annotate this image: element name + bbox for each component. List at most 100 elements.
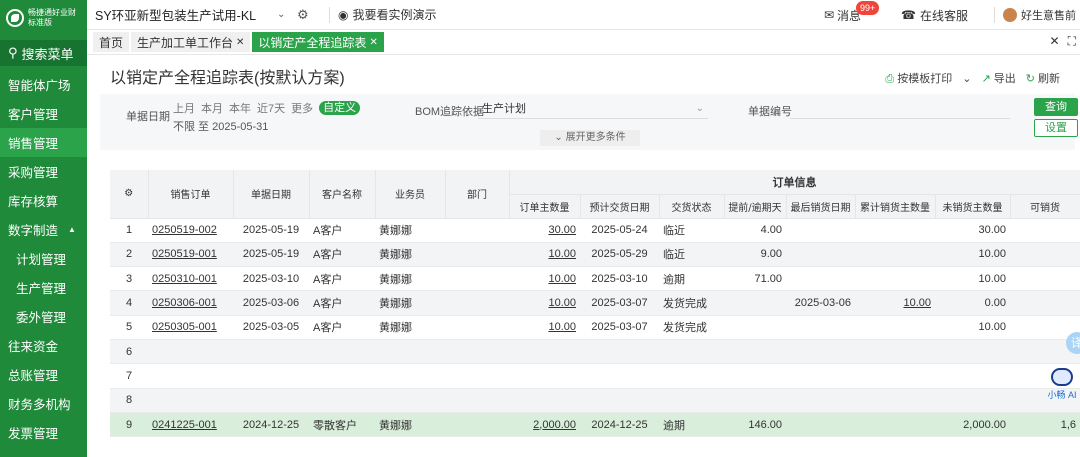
cell-qty[interactable] <box>509 339 580 365</box>
query-button[interactable]: 查询 <box>1034 98 1078 116</box>
cell-order[interactable]: 0250519-001 <box>148 242 233 268</box>
tab-tracking-report[interactable]: 以销定产全程追踪表 ✕ <box>252 32 384 52</box>
expand-conditions-button[interactable]: ⌄ 展开更多条件 <box>540 130 640 146</box>
gear-icon[interactable]: ⚙ <box>297 7 321 23</box>
tab-production-workbench[interactable]: 生产加工单工作台 ✕ <box>131 32 251 52</box>
header-date[interactable]: 单据日期 <box>233 170 310 219</box>
ai-assistant[interactable]: 小畅 AI <box>1044 368 1080 401</box>
header-status[interactable]: 交货状态 <box>659 194 725 219</box>
table-row[interactable]: 1 0250519-002 2025-05-19 A客户 黄娜娜 30.00 2025-05… <box>110 218 1080 243</box>
cell-cum-qty[interactable] <box>855 339 935 365</box>
sidebar-item-funds[interactable]: 往来资金 <box>0 331 87 360</box>
header-cum-qty[interactable]: 累计销货主数量 <box>855 194 936 219</box>
header-last-date[interactable]: 最后销货日期 <box>786 194 856 219</box>
chevron-down-icon[interactable]: ⌄ <box>962 72 971 85</box>
cell-order[interactable] <box>148 339 233 365</box>
cell-cum-qty[interactable] <box>855 266 935 292</box>
cell-cum-qty[interactable] <box>855 315 935 340</box>
header-available[interactable]: 可销货 <box>1010 194 1080 219</box>
cell-order[interactable] <box>148 363 233 389</box>
date-range-value[interactable]: 不限 至 2025-05-31 <box>173 118 268 134</box>
settings-button[interactable]: 设置 <box>1034 119 1078 137</box>
period-custom[interactable]: 自定义 <box>319 101 361 115</box>
row-number: 8 <box>110 388 148 413</box>
period-last-month[interactable]: 上月 <box>173 100 195 116</box>
cell-qty[interactable]: 10.00 <box>509 242 580 268</box>
sidebar-item-purchasing[interactable]: 采购管理 <box>0 157 87 186</box>
table-row[interactable]: 9 0241225-001 2024-12-25 零散客户 黄娜娜 2,000.00 202… <box>110 412 1080 438</box>
close-all-icon[interactable]: ✕ <box>1050 34 1060 49</box>
messages-button[interactable]: ✉ 消息 99+ <box>824 0 880 24</box>
table-row[interactable]: 2 0250519-001 2025-05-19 A客户 黄娜娜 10.00 2025-05… <box>110 242 1080 268</box>
cell-qty[interactable]: 2,000.00 <box>509 412 580 438</box>
column-settings[interactable]: ⚙ <box>110 170 149 219</box>
bom-select[interactable]: 生产计划 ⌄ <box>478 99 708 119</box>
sidebar-item-ledger[interactable]: 总账管理 <box>0 360 87 389</box>
fullscreen-icon[interactable]: ⛶ <box>1068 34 1076 49</box>
sidebar-item-outsourcing[interactable]: 委外管理 <box>0 302 87 331</box>
cell-qty[interactable]: 10.00 <box>509 315 580 340</box>
online-service-button[interactable]: ☎ 在线客服 <box>901 7 968 24</box>
demo-link[interactable]: ◉ 我要看实例演示 <box>338 6 437 23</box>
table-row[interactable]: 8 <box>110 388 1080 413</box>
cell-cum-qty[interactable] <box>855 242 935 268</box>
sidebar-item-sales[interactable]: 销售管理 <box>0 128 87 157</box>
table-row[interactable]: 5 0250305-001 2025-03-05 A客户 黄娜娜 10.00 2025-03… <box>110 315 1080 340</box>
chevron-down-icon[interactable]: ⌄ <box>277 9 297 20</box>
sidebar-item-agents[interactable]: 智能体广场 <box>0 70 87 99</box>
sidebar-item-planning[interactable]: 计划管理 <box>0 244 87 273</box>
cell-cum-qty[interactable] <box>855 218 935 243</box>
cell-order[interactable] <box>148 388 233 413</box>
period-more[interactable]: 更多 <box>291 100 313 116</box>
sidebar-item-invoices[interactable]: 发票管理 <box>0 418 87 447</box>
tab-home[interactable]: 首页 <box>93 32 130 52</box>
filter-panel: 单据日期 上月 本月 本年 近7天 更多 自定义 不限 至 2025-05-31… <box>100 94 1078 150</box>
cell-order[interactable]: 0250310-001 <box>148 266 233 292</box>
cell-order[interactable]: 0250306-001 <box>148 290 233 316</box>
header-expected[interactable]: 预计交货日期 <box>580 194 660 219</box>
print-button[interactable]: ⎙ 按模板打印 <box>885 70 952 86</box>
company-selector[interactable]: SY环亚新型包装生产试用-KL <box>87 5 277 24</box>
header-unsold[interactable]: 未销货主数量 <box>935 194 1011 219</box>
table-row[interactable]: 7 <box>110 363 1080 389</box>
cell-qty[interactable] <box>509 363 580 389</box>
cell-qty[interactable]: 10.00 <box>509 290 580 316</box>
period-last-7-days[interactable]: 近7天 <box>257 100 285 116</box>
cell-order[interactable]: 0250519-002 <box>148 218 233 243</box>
header-days[interactable]: 提前/逾期天 <box>724 194 787 219</box>
search-menu-button[interactable]: ⚲ 搜索菜单 <box>0 40 87 66</box>
cell-order[interactable]: 0250305-001 <box>148 315 233 340</box>
cell-qty[interactable] <box>509 388 580 413</box>
cell-qty[interactable]: 30.00 <box>509 218 580 243</box>
export-button[interactable]: ↗ 导出 <box>981 70 1015 86</box>
user-menu[interactable]: 好生意售前 <box>1003 7 1076 23</box>
cell-qty[interactable]: 10.00 <box>509 266 580 292</box>
sidebar-item-manufacturing[interactable]: 数字制造 ▲ <box>0 215 87 244</box>
sidebar-item-multi-org[interactable]: 财务多机构 <box>0 389 87 418</box>
header-qty[interactable]: 订单主数量 <box>509 194 581 219</box>
cell-cum-qty[interactable]: 10.00 <box>855 290 935 316</box>
cell-cum-qty[interactable] <box>855 363 935 389</box>
header-order[interactable]: 销售订单 <box>148 170 234 219</box>
sidebar-item-inventory[interactable]: 库存核算 <box>0 186 87 215</box>
cell-customer <box>309 388 375 413</box>
table-row[interactable]: 4 0250306-001 2025-03-06 A客户 黄娜娜 10.00 2025-03… <box>110 290 1080 316</box>
cell-expected: 2025-03-07 <box>580 315 659 340</box>
sidebar-item-production[interactable]: 生产管理 <box>0 273 87 302</box>
cell-order[interactable]: 0241225-001 <box>148 412 233 438</box>
close-icon[interactable]: ✕ <box>369 37 377 48</box>
header-dept[interactable]: 部门 <box>445 170 510 219</box>
service-label: 在线客服 <box>919 8 968 23</box>
cell-cum-qty[interactable] <box>855 388 935 413</box>
table-row[interactable]: 6 <box>110 339 1080 365</box>
close-icon[interactable]: ✕ <box>236 37 244 48</box>
period-this-year[interactable]: 本年 <box>229 100 251 116</box>
period-this-month[interactable]: 本月 <box>201 100 223 116</box>
cell-cum-qty[interactable] <box>855 412 935 438</box>
docno-input[interactable] <box>790 99 1010 119</box>
header-customer[interactable]: 客户名称 <box>309 170 376 219</box>
refresh-button[interactable]: ↻ 刷新 <box>1026 70 1060 86</box>
header-salesman[interactable]: 业务员 <box>375 170 446 219</box>
table-row[interactable]: 3 0250310-001 2025-03-10 A客户 黄娜娜 10.00 2025-03… <box>110 266 1080 292</box>
sidebar-item-customers[interactable]: 客户管理 <box>0 99 87 128</box>
